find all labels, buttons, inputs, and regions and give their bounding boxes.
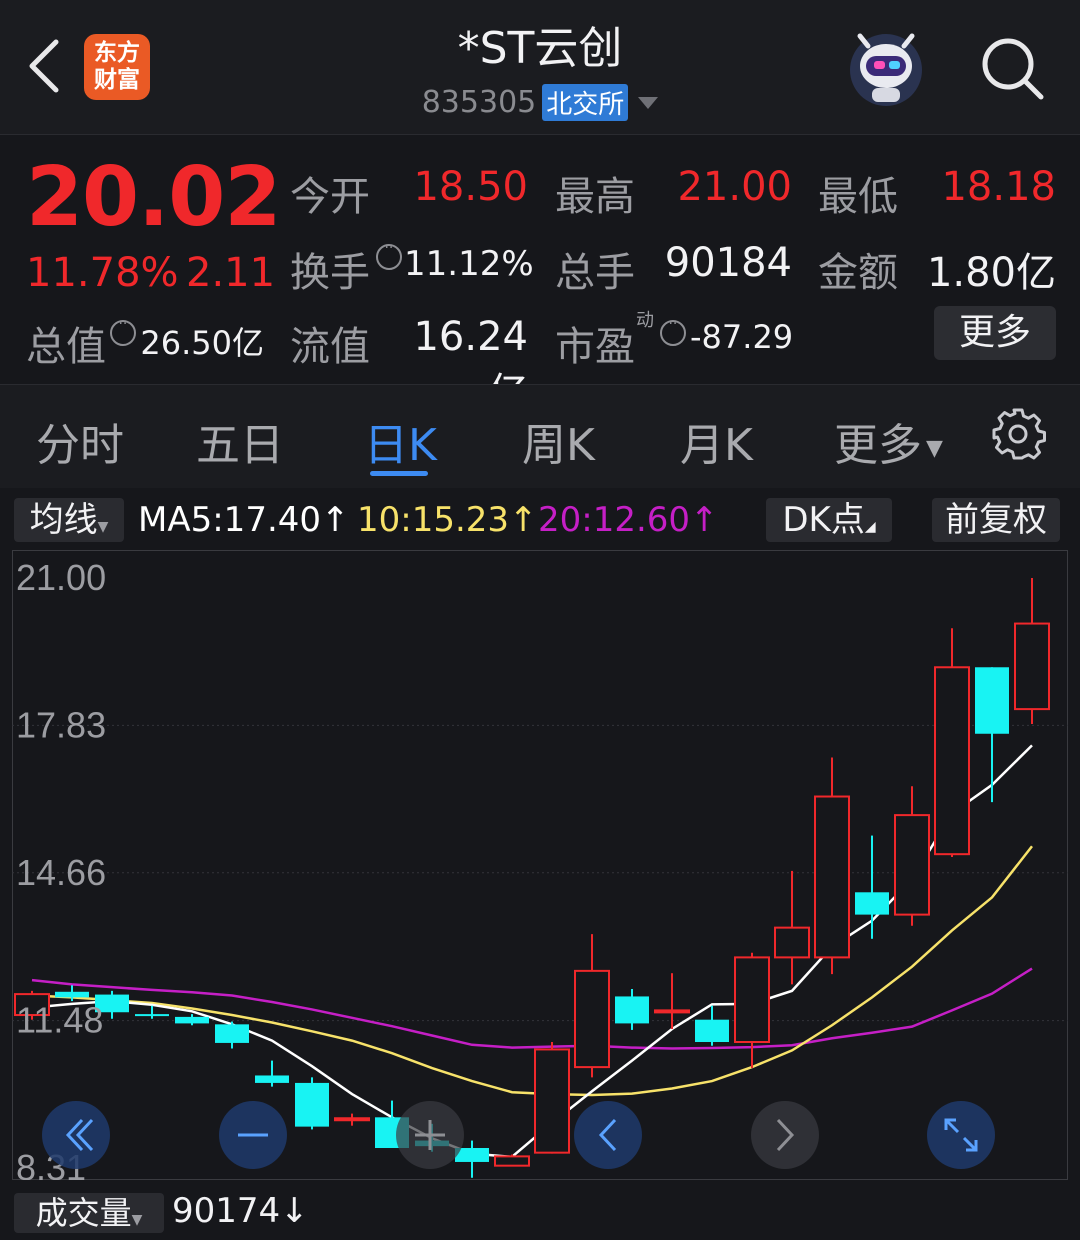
period-tabs: 分时 五日 日K 周K 月K 更多 ▼	[0, 384, 1080, 489]
active-tab-indicator	[370, 471, 428, 476]
high-value: 21.00	[677, 164, 792, 210]
turnover-value: 11.12%	[404, 244, 534, 284]
dk-point-label: DK点	[782, 500, 865, 540]
open-label: 今开	[290, 174, 370, 220]
market-cap-value: 26.50亿	[140, 324, 264, 362]
ma-selector[interactable]: 均线▼	[14, 498, 124, 542]
price-change: 2.11	[186, 250, 276, 296]
zoom-in-button[interactable]	[396, 1101, 464, 1169]
ma10-value: 10:15.23↑	[357, 500, 538, 540]
ma5-value: MA5:17.40↑	[138, 500, 350, 540]
pe-label: 市盈	[555, 324, 635, 370]
dropdown-triangle-icon	[638, 96, 659, 109]
caret-down-icon: ▼	[926, 435, 943, 461]
caret-down-icon: ▼	[97, 519, 109, 535]
candle	[295, 1077, 329, 1130]
pe-dynamic-sup: 动	[636, 310, 654, 331]
dk-point-button[interactable]: DK点◢	[766, 498, 892, 542]
top-bar: 东方 财富 *ST云创 835305 北交所	[0, 0, 1080, 134]
info-circle-icon[interactable]	[376, 240, 402, 270]
float-cap-label: 流值	[290, 324, 370, 370]
ma20-value: 20:12.60↑	[538, 500, 719, 540]
adjust-mode-button[interactable]: 前复权	[932, 498, 1060, 542]
y-tick-label: 14.66	[16, 852, 106, 893]
volume-indicator-value: 90174↓	[172, 1191, 309, 1231]
open-value: 18.50	[413, 164, 528, 210]
pe-value: -87.29	[690, 318, 794, 356]
volume-selector[interactable]: 成交量▼	[14, 1193, 164, 1233]
tab-five-day[interactable]: 五日	[196, 409, 284, 473]
candle	[534, 1042, 570, 1154]
low-value: 18.18	[941, 164, 1056, 210]
high-label: 最高	[555, 174, 635, 220]
scroll-far-left-button[interactable]	[42, 1101, 110, 1169]
robot-avatar-icon[interactable]	[844, 28, 928, 108]
tab-weekly-k[interactable]: 周K	[522, 409, 595, 473]
stock-code: 835305	[421, 85, 537, 120]
caret-down-icon: ▼	[131, 1212, 143, 1228]
search-icon[interactable]	[978, 34, 1048, 104]
turnover-label: 换手	[290, 250, 370, 296]
settings-gear-icon[interactable]	[990, 406, 1046, 462]
ma-selector-label: 均线	[29, 500, 98, 540]
y-tick-label: 17.83	[16, 704, 106, 745]
tab-daily-k[interactable]: 日K	[364, 409, 437, 473]
info-circle-icon[interactable]	[110, 316, 136, 346]
pct-change: 11.78%	[26, 250, 179, 296]
fullscreen-expand-button[interactable]	[927, 1101, 995, 1169]
exchange-badge: 北交所	[542, 84, 629, 121]
corner-triangle-icon: ◢	[864, 519, 876, 535]
more-quote-button[interactable]: 更多	[934, 306, 1056, 360]
amount-label: 金额	[818, 250, 898, 296]
y-tick-label: 21.00	[16, 557, 106, 598]
y-tick-label: 11.48	[16, 1000, 103, 1041]
tab-monthly-k[interactable]: 月K	[680, 409, 753, 473]
indicator-bar: 均线▼ MA5:17.40↑ 10:15.23↑ 20:12.60↑ DK点◢ …	[0, 488, 1080, 550]
volume-selector-label: 成交量	[35, 1194, 132, 1232]
scroll-right-button[interactable]	[751, 1101, 819, 1169]
last-price: 20.02	[26, 150, 281, 245]
tab-more-label: 更多	[834, 420, 922, 471]
tab-more[interactable]: 更多 ▼	[834, 409, 943, 473]
scroll-left-button[interactable]	[574, 1101, 642, 1169]
zoom-out-button[interactable]	[219, 1101, 287, 1169]
info-circle-icon[interactable]	[660, 316, 686, 346]
tab-intraday[interactable]: 分时	[36, 409, 124, 473]
market-cap-label: 总值	[26, 324, 106, 370]
amount-value: 1.80亿	[926, 250, 1056, 296]
volume-indicator-bar: 成交量▼ 90174↓	[0, 1185, 1080, 1233]
candle	[494, 1154, 530, 1167]
low-label: 最低	[818, 174, 898, 220]
candlestick-chart[interactable]: 21.0017.8314.6611.488.31	[12, 550, 1068, 1180]
volume-label: 总手	[555, 250, 635, 296]
volume-value: 90184	[664, 240, 792, 286]
